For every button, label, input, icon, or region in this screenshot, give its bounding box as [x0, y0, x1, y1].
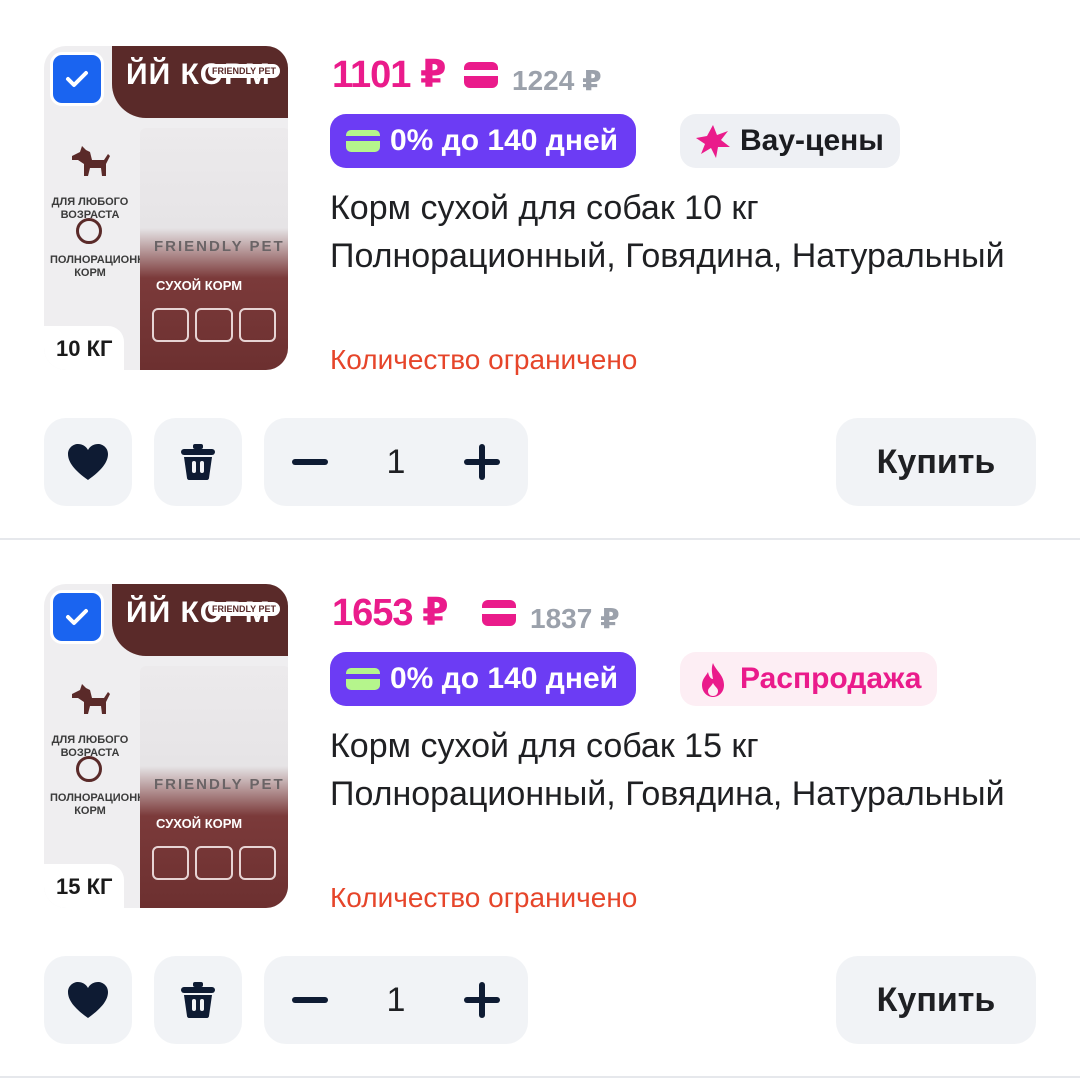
- fire-icon: [702, 663, 724, 697]
- image-side-text: ПОЛНОРАЦИОННЫЙ КОРМ: [50, 254, 164, 279]
- availability-status: Количество ограничено: [330, 344, 638, 375]
- delete-button[interactable]: [154, 956, 242, 1044]
- quantity-stepper: 1: [264, 956, 528, 1044]
- increase-button[interactable]: [442, 418, 522, 506]
- product-title[interactable]: Корм сухой для собак 15 кг Полнорационны…: [330, 722, 1010, 818]
- delete-button[interactable]: [154, 418, 242, 506]
- image-brand-mini: FRIENDLY PET: [207, 602, 280, 616]
- select-checkbox[interactable]: [50, 52, 104, 106]
- trash-icon: [181, 444, 215, 480]
- old-price: 1837 ₽: [530, 603, 620, 634]
- heart-icon: [68, 444, 108, 480]
- minus-icon: [292, 997, 328, 1003]
- promo-badge[interactable]: Распродажа: [680, 652, 938, 706]
- clock-icon: [76, 756, 102, 782]
- decrease-button[interactable]: [270, 418, 350, 506]
- select-checkbox[interactable]: [50, 590, 104, 644]
- card-icon: [346, 130, 380, 152]
- package-icons: [152, 846, 276, 880]
- star-burst-icon: [696, 125, 730, 158]
- image-banner-text: ЙЙ КОРМ: [112, 584, 288, 656]
- promo-badge-label: Распродажа: [740, 662, 922, 695]
- dog-icon: [72, 146, 110, 176]
- weight-label: 15 КГ: [44, 864, 125, 908]
- divider: [0, 1076, 1080, 1078]
- card-payment-icon: [464, 62, 498, 88]
- product-title[interactable]: Корм сухой для собак 10 кг Полнорационны…: [330, 184, 1010, 280]
- quantity-value: 1: [386, 443, 406, 481]
- package-brand: FRIENDLY PET: [154, 238, 285, 255]
- installment-badge[interactable]: 0% до 140 дней: [330, 114, 637, 168]
- minus-icon: [292, 459, 328, 465]
- weight-label: 10 КГ: [44, 326, 125, 370]
- image-brand-mini: FRIENDLY PET: [207, 64, 280, 78]
- promo-badge-label: Вау-цены: [740, 124, 884, 157]
- clock-icon: [76, 218, 102, 244]
- promo-badge[interactable]: Вау-цены: [680, 114, 900, 168]
- price: 1101 ₽: [332, 54, 446, 96]
- cart-item: ЙЙ КОРМ FRIENDLY PET ДЛЯ ЛЮБОГО ВОЗРАСТА…: [0, 0, 1080, 538]
- installment-badge-label: 0% до 140 дней: [390, 124, 619, 157]
- quantity-value: 1: [386, 981, 406, 1019]
- check-icon: [66, 71, 88, 87]
- package-brand: FRIENDLY PET: [154, 776, 285, 793]
- installment-badge-label: 0% до 140 дней: [390, 662, 619, 695]
- cart-item: ЙЙ КОРМ FRIENDLY PET ДЛЯ ЛЮБОГО ВОЗРАСТА…: [0, 538, 1080, 1076]
- decrease-button[interactable]: [270, 956, 350, 1044]
- price: 1653 ₽: [332, 592, 449, 634]
- heart-icon: [68, 982, 108, 1018]
- favorite-button[interactable]: [44, 418, 132, 506]
- plus-icon: [464, 982, 500, 1018]
- availability-status: Количество ограничено: [330, 882, 638, 913]
- package-icons: [152, 308, 276, 342]
- installment-badge[interactable]: 0% до 140 дней: [330, 652, 637, 706]
- image-banner-text: ЙЙ КОРМ: [112, 46, 288, 118]
- old-price: 1224 ₽: [512, 65, 602, 96]
- check-icon: [66, 609, 88, 625]
- card-icon: [346, 668, 380, 690]
- trash-icon: [181, 982, 215, 1018]
- buy-button[interactable]: Купить: [836, 418, 1036, 506]
- package-label: СУХОЙ КОРМ: [156, 816, 243, 831]
- increase-button[interactable]: [442, 956, 522, 1044]
- dog-icon: [72, 684, 110, 714]
- package-label: СУХОЙ КОРМ: [156, 278, 243, 293]
- card-payment-icon: [482, 600, 516, 626]
- image-side-text: ПОЛНОРАЦИОННЫЙ КОРМ: [50, 792, 164, 817]
- quantity-stepper: 1: [264, 418, 528, 506]
- buy-button[interactable]: Купить: [836, 956, 1036, 1044]
- plus-icon: [464, 444, 500, 480]
- favorite-button[interactable]: [44, 956, 132, 1044]
